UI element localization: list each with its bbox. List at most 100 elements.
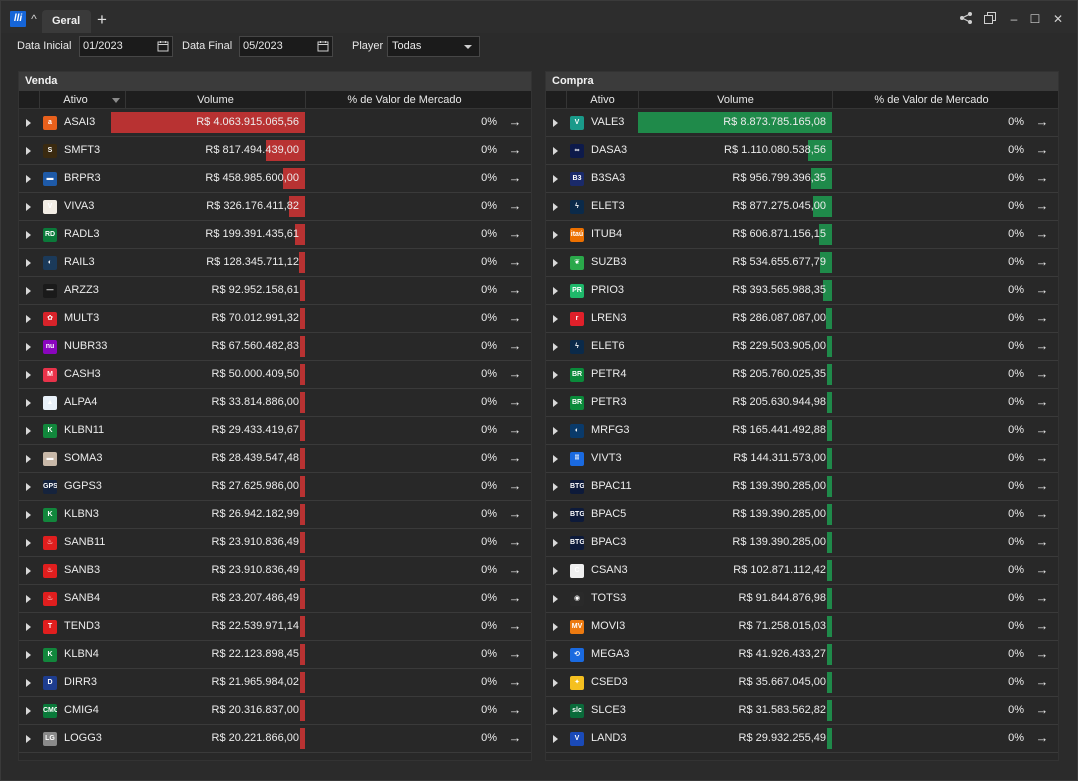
calendar-icon[interactable] <box>157 40 169 52</box>
table-row[interactable]: ▬ BRPR3 R$ 458.985.600,00 0% → <box>19 165 531 193</box>
expand-row-icon[interactable] <box>553 259 558 267</box>
expand-row-icon[interactable] <box>553 231 558 239</box>
table-row[interactable]: BTG BPAC11 R$ 139.390.285,00 0% → <box>546 473 1058 501</box>
expand-row-icon[interactable] <box>26 371 31 379</box>
table-row[interactable]: V VIVA3 R$ 326.176.411,82 0% → <box>19 193 531 221</box>
table-row[interactable]: V VALE3 R$ 8.873.785.165,08 0% → <box>546 109 1058 137</box>
arrow-right-icon[interactable]: → <box>1035 563 1049 578</box>
arrow-right-icon[interactable]: → <box>508 311 522 326</box>
table-row[interactable]: BTG BPAC3 R$ 139.390.285,00 0% → <box>546 529 1058 557</box>
expand-row-icon[interactable] <box>26 147 31 155</box>
arrow-right-icon[interactable]: → <box>1035 675 1049 690</box>
arrow-right-icon[interactable]: → <box>508 115 522 130</box>
arrow-right-icon[interactable]: → <box>1035 395 1049 410</box>
table-row[interactable]: S SMFT3 R$ 817.494.439,00 0% → <box>19 137 531 165</box>
table-row[interactable]: ◐ RAIL3 R$ 128.345.711,12 0% → <box>19 249 531 277</box>
arrow-right-icon[interactable]: → <box>508 143 522 158</box>
arrow-right-icon[interactable]: → <box>1035 171 1049 186</box>
collapse-up-icon[interactable]: ^ <box>28 12 40 26</box>
table-row[interactable]: B3 B3SA3 R$ 956.799.396,35 0% → <box>546 165 1058 193</box>
calendar-icon[interactable] <box>317 40 329 52</box>
arrow-right-icon[interactable]: → <box>1035 535 1049 550</box>
arrow-right-icon[interactable]: → <box>508 227 522 242</box>
expand-row-icon[interactable] <box>553 735 558 743</box>
expand-row-icon[interactable] <box>553 147 558 155</box>
expand-row-icon[interactable] <box>26 679 31 687</box>
arrow-right-icon[interactable]: → <box>1035 647 1049 662</box>
expand-row-icon[interactable] <box>26 735 31 743</box>
table-row[interactable]: M CASH3 R$ 50.000.409,50 0% → <box>19 361 531 389</box>
table-row[interactable]: D DIRR3 R$ 21.965.984,02 0% → <box>19 669 531 697</box>
arrow-right-icon[interactable]: → <box>1035 311 1049 326</box>
arrow-right-icon[interactable]: → <box>508 703 522 718</box>
arrow-right-icon[interactable]: → <box>1035 591 1049 606</box>
table-row[interactable]: nu NUBR33 R$ 67.560.482,83 0% → <box>19 333 531 361</box>
column-pct-valor-mercado[interactable]: % de Valor de Mercado <box>305 91 503 109</box>
table-row[interactable]: r LREN3 R$ 286.087.087,00 0% → <box>546 305 1058 333</box>
expand-row-icon[interactable] <box>553 567 558 575</box>
expand-row-icon[interactable] <box>553 651 558 659</box>
expand-row-icon[interactable] <box>26 483 31 491</box>
expand-row-icon[interactable] <box>553 707 558 715</box>
arrow-right-icon[interactable]: → <box>508 731 522 746</box>
expand-row-icon[interactable] <box>26 511 31 519</box>
table-row[interactable]: MV MOVI3 R$ 71.258.015,03 0% → <box>546 613 1058 641</box>
expand-row-icon[interactable] <box>26 259 31 267</box>
data-inicial-input[interactable]: 01/2023 <box>79 36 173 57</box>
arrow-right-icon[interactable]: → <box>508 255 522 270</box>
expand-row-icon[interactable] <box>553 203 558 211</box>
table-row[interactable]: — ARZZ3 R$ 92.952.158,61 0% → <box>19 277 531 305</box>
expand-row-icon[interactable] <box>26 539 31 547</box>
arrow-right-icon[interactable]: → <box>1035 199 1049 214</box>
arrow-right-icon[interactable]: → <box>1035 479 1049 494</box>
arrow-right-icon[interactable]: → <box>508 563 522 578</box>
expand-row-icon[interactable] <box>553 315 558 323</box>
table-row[interactable]: ♨ SANB11 R$ 23.910.836,49 0% → <box>19 529 531 557</box>
arrow-right-icon[interactable]: → <box>508 423 522 438</box>
expand-row-icon[interactable] <box>26 623 31 631</box>
expand-row-icon[interactable] <box>553 539 558 547</box>
arrow-right-icon[interactable]: → <box>1035 703 1049 718</box>
expand-row-icon[interactable] <box>26 707 31 715</box>
table-row[interactable]: ▬ SOMA3 R$ 28.439.547,48 0% → <box>19 445 531 473</box>
arrow-right-icon[interactable]: → <box>508 367 522 382</box>
expand-row-icon[interactable] <box>26 119 31 127</box>
table-row[interactable]: RD RADL3 R$ 199.391.435,61 0% → <box>19 221 531 249</box>
maximize-icon[interactable]: ☐ <box>1027 11 1043 27</box>
table-row[interactable]: GPS GGPS3 R$ 27.625.986,00 0% → <box>19 473 531 501</box>
arrow-right-icon[interactable]: → <box>508 675 522 690</box>
expand-row-icon[interactable] <box>553 595 558 603</box>
arrow-right-icon[interactable]: → <box>1035 423 1049 438</box>
expand-row-icon[interactable] <box>26 427 31 435</box>
arrow-right-icon[interactable]: → <box>508 591 522 606</box>
player-select[interactable]: Todas <box>387 36 480 57</box>
expand-row-icon[interactable] <box>553 399 558 407</box>
column-ativo[interactable]: Ativo <box>39 91 111 109</box>
arrow-right-icon[interactable]: → <box>1035 255 1049 270</box>
expand-row-icon[interactable] <box>553 343 558 351</box>
expand-row-icon[interactable] <box>26 175 31 183</box>
arrow-right-icon[interactable]: → <box>508 339 522 354</box>
popout-icon[interactable] <box>982 11 998 27</box>
table-row[interactable]: K KLBN11 R$ 29.433.419,67 0% → <box>19 417 531 445</box>
arrow-right-icon[interactable]: → <box>1035 367 1049 382</box>
arrow-right-icon[interactable]: → <box>1035 227 1049 242</box>
expand-row-icon[interactable] <box>553 427 558 435</box>
expand-row-icon[interactable] <box>26 203 31 211</box>
arrow-right-icon[interactable]: → <box>508 619 522 634</box>
table-row[interactable]: ♨ SANB4 R$ 23.207.486,49 0% → <box>19 585 531 613</box>
column-volume[interactable]: Volume <box>125 91 305 109</box>
expand-row-icon[interactable] <box>553 287 558 295</box>
table-row[interactable]: slc SLCE3 R$ 31.583.562,82 0% → <box>546 697 1058 725</box>
column-ativo[interactable]: Ativo <box>566 91 638 109</box>
table-row[interactable]: ◐ MRFG3 R$ 165.441.492,88 0% → <box>546 417 1058 445</box>
arrow-right-icon[interactable]: → <box>1035 283 1049 298</box>
expand-row-icon[interactable] <box>26 287 31 295</box>
table-row[interactable]: BR PETR3 R$ 205.630.944,98 0% → <box>546 389 1058 417</box>
share-icon[interactable] <box>958 11 974 27</box>
arrow-right-icon[interactable]: → <box>508 283 522 298</box>
table-row[interactable]: ϟ ELET3 R$ 877.275.045,00 0% → <box>546 193 1058 221</box>
table-row[interactable]: V LAND3 R$ 29.932.255,49 0% → <box>546 725 1058 753</box>
expand-row-icon[interactable] <box>26 567 31 575</box>
table-row[interactable]: K KLBN4 R$ 22.123.898,45 0% → <box>19 641 531 669</box>
